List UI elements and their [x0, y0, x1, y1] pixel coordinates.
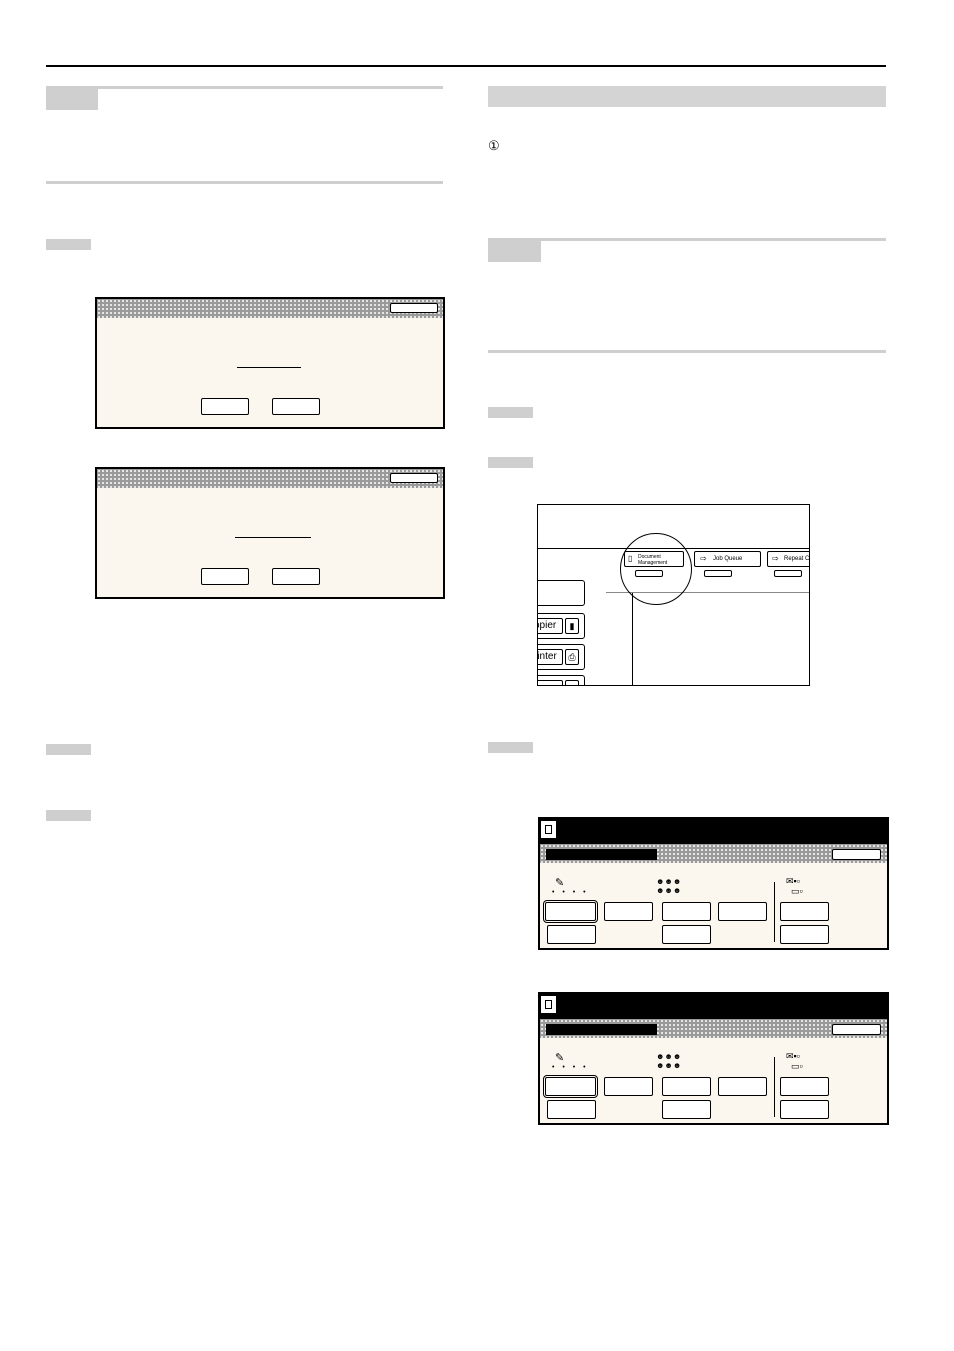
step-tag — [46, 239, 91, 250]
screen-title-block — [546, 1024, 657, 1035]
users-icon: ☻☻☻ ☻☻☻ — [656, 877, 682, 895]
screen-header — [538, 817, 889, 842]
step-tag — [488, 457, 533, 468]
function-button-8[interactable] — [780, 1100, 829, 1119]
no-button[interactable] — [272, 398, 320, 415]
screen-body: ✎ • • • • ☻☻☻ ☻☻☻ ✉▪▫ ▭▫ — [538, 842, 889, 950]
screen-edge — [632, 593, 633, 685]
dots-icon: • • • • — [552, 889, 589, 896]
yes-button[interactable] — [201, 398, 249, 415]
confirm-dialog — [95, 297, 445, 429]
document-management-screen-2: ✎ • • • • ☻☻☻ ☻☻☻ ✉▪▫ ▭▫ — [538, 992, 889, 1125]
step-tag — [488, 742, 533, 753]
top-rule — [46, 65, 886, 67]
screen-corner-button[interactable] — [832, 849, 881, 860]
function-button-5[interactable] — [780, 1077, 829, 1096]
printer-label: rinter — [538, 649, 563, 665]
function-button-6[interactable] — [547, 1100, 596, 1119]
scanner-label — [538, 680, 563, 685]
document-icon — [541, 996, 556, 1013]
dialog-input-underline — [235, 537, 311, 538]
function-button-8[interactable] — [780, 925, 829, 944]
screen-header — [538, 992, 889, 1017]
pen-icon: ✎ — [555, 877, 565, 889]
no-button[interactable] — [272, 568, 320, 585]
document-icon-inner — [545, 825, 552, 834]
copier-icon: ▮ — [565, 618, 579, 634]
selection-highlight — [543, 900, 598, 923]
dots-icon: • • • • — [552, 1064, 589, 1071]
arrow-icon: ⇨ — [700, 554, 707, 563]
step-tag — [46, 744, 91, 755]
screen-body: ✎ • • • • ☻☻☻ ☻☻☻ ✉▪▫ ▭▫ — [538, 1017, 889, 1125]
document-icon — [541, 821, 556, 838]
document-icon-inner — [545, 1000, 552, 1009]
tab-label: Repeat Co — [784, 556, 810, 562]
side-key-copier[interactable]: opier ▮ — [538, 613, 585, 639]
column-divider — [774, 882, 775, 942]
step-tag — [46, 810, 91, 821]
function-button-2[interactable] — [604, 902, 653, 921]
highlight-circle — [620, 533, 692, 605]
dialog-corner-button[interactable] — [390, 473, 438, 483]
arrow-icon: ⇨ — [772, 554, 779, 563]
indicator-lamp — [704, 570, 732, 577]
confirm-dialog-2 — [95, 467, 445, 599]
tab-label: Job Queue — [713, 556, 743, 562]
function-button-3[interactable] — [662, 1077, 711, 1096]
indicator-lamp — [774, 570, 802, 577]
circle-number: ① — [488, 138, 500, 153]
function-button-3[interactable] — [662, 902, 711, 921]
function-button-7[interactable] — [662, 925, 711, 944]
note-tag — [46, 89, 98, 110]
function-button-4[interactable] — [718, 902, 767, 921]
operation-panel-illustration: ▯ Document Management ⇨ Job Queue ⇨ Repe… — [537, 504, 810, 686]
note-bottom-rule — [46, 181, 443, 184]
tab-repeat-copy[interactable]: ⇨ Repeat Co — [767, 551, 810, 567]
scanner-icon — [565, 680, 579, 685]
note-bottom-rule — [488, 350, 886, 353]
note-top-rule — [488, 238, 886, 241]
side-key-printer[interactable]: rinter ⎙ — [538, 644, 585, 670]
function-button-7[interactable] — [662, 1100, 711, 1119]
function-button-5[interactable] — [780, 902, 829, 921]
copier-label: opier — [538, 618, 563, 634]
section-header-bar — [488, 86, 886, 107]
users-icon: ☻☻☻ ☻☻☻ — [656, 1052, 682, 1070]
step-tag — [488, 407, 533, 418]
pen-icon: ✎ — [555, 1052, 565, 1064]
yes-button[interactable] — [201, 568, 249, 585]
screen-title-block — [546, 849, 657, 860]
function-button-2[interactable] — [604, 1077, 653, 1096]
dialog-input-underline — [237, 367, 301, 368]
tab-job-queue[interactable]: ⇨ Job Queue — [694, 551, 761, 567]
screen-corner-button[interactable] — [832, 1024, 881, 1035]
document-management-screen: ✎ • • • • ☻☻☻ ☻☻☻ ✉▪▫ ▭▫ — [538, 817, 889, 950]
side-key-blank[interactable] — [538, 580, 585, 606]
side-key-scanner[interactable] — [538, 675, 585, 685]
note-tag — [488, 241, 541, 262]
function-button-6[interactable] — [547, 925, 596, 944]
printer-icon: ⎙ — [565, 649, 579, 665]
column-divider — [774, 1057, 775, 1117]
selection-highlight — [543, 1075, 598, 1098]
dialog-corner-button[interactable] — [390, 303, 438, 313]
folder-icon: ✉▪▫ ▭▫ — [786, 1051, 803, 1071]
note-top-rule — [46, 86, 443, 89]
folder-icon: ✉▪▫ ▭▫ — [786, 876, 803, 896]
function-button-4[interactable] — [718, 1077, 767, 1096]
